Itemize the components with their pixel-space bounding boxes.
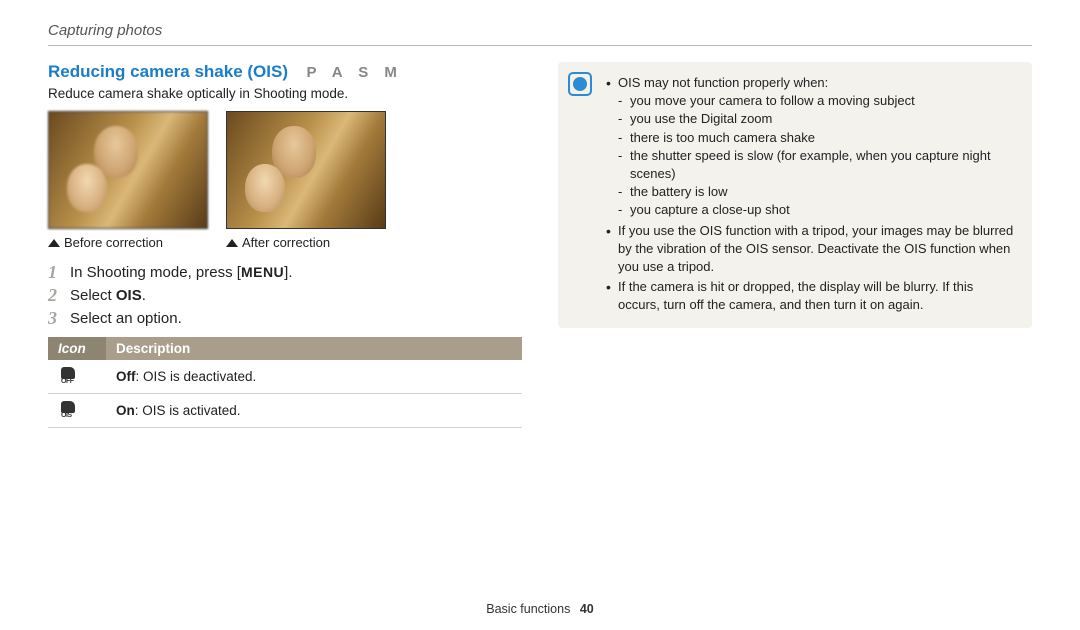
note-bullet-2: If you use the OIS function with a tripo… — [606, 222, 1018, 277]
caption-after: After correction — [226, 235, 386, 250]
section-title: Reducing camera shake (OIS) — [48, 62, 288, 81]
note-icon — [568, 72, 592, 96]
note-sub: you capture a close-up shot — [618, 201, 1018, 219]
step-2: Select OIS. — [48, 287, 522, 304]
note-bullet-1: OIS may not function properly when: you … — [606, 74, 1018, 220]
triangle-icon — [48, 239, 60, 247]
mode-letters: P A S M — [306, 64, 402, 81]
page-footer: Basic functions 40 — [0, 602, 1080, 616]
ois-on-icon: OIS — [58, 400, 78, 418]
note-sub: there is too much camera shake — [618, 129, 1018, 147]
triangle-icon — [226, 239, 238, 247]
note-sub: the shutter speed is slow (for example, … — [618, 147, 1018, 183]
table-head-icon: Icon — [48, 337, 106, 360]
note-sub: you move your camera to follow a moving … — [618, 92, 1018, 110]
table-row: OIS On: OIS is activated. — [48, 394, 522, 428]
photo-after-correction — [226, 111, 386, 229]
note-sub: the battery is low — [618, 183, 1018, 201]
options-table: Icon Description OFF Off: OIS is deactiv… — [48, 337, 522, 428]
note-box: OIS may not function properly when: you … — [558, 62, 1032, 328]
section-intro: Reduce camera shake optically in Shootin… — [48, 86, 522, 101]
menu-key-label: MENU — [241, 264, 284, 280]
note-bullet-3: If the camera is hit or dropped, the dis… — [606, 278, 1018, 314]
note-sub: you use the Digital zoom — [618, 110, 1018, 128]
table-head-description: Description — [106, 337, 522, 360]
table-row: OFF Off: OIS is deactivated. — [48, 360, 522, 394]
comparison-photos: Before correction After correction — [48, 111, 522, 250]
steps-list: In Shooting mode, press [MENU]. Select O… — [48, 264, 522, 327]
breadcrumb: Capturing photos — [48, 22, 1032, 46]
page-number: 40 — [580, 602, 594, 616]
step-3: Select an option. — [48, 310, 522, 327]
step-1: In Shooting mode, press [MENU]. — [48, 264, 522, 281]
section-heading-row: Reducing camera shake (OIS) P A S M — [48, 62, 522, 82]
footer-section: Basic functions — [486, 602, 570, 616]
photo-before-correction — [48, 111, 208, 229]
ois-off-icon: OFF — [58, 366, 78, 384]
caption-before: Before correction — [48, 235, 208, 250]
